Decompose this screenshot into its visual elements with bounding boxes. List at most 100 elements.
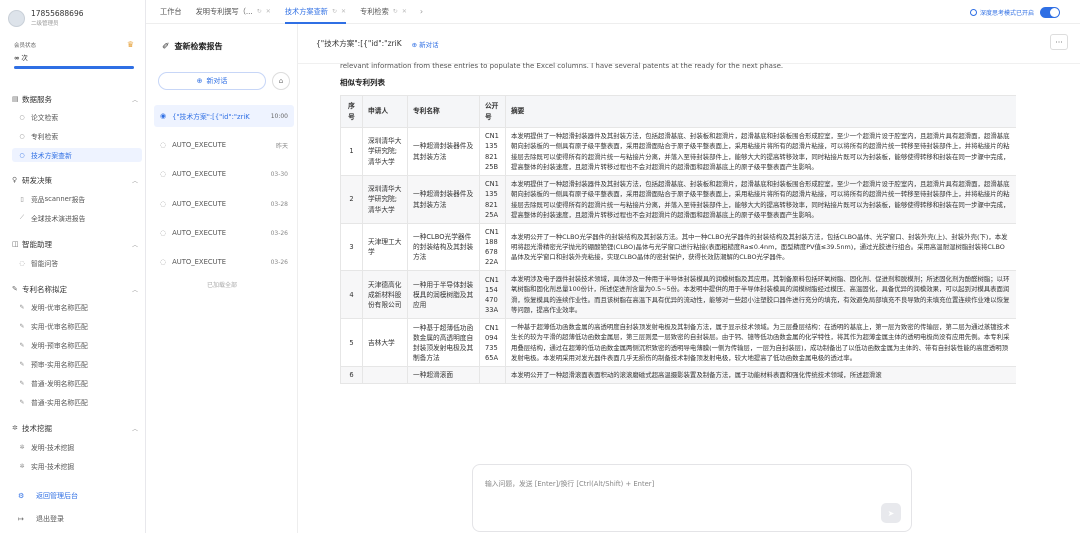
search-icon: ○ (19, 132, 25, 140)
history-panel: ✐ 查新检索报告 ⊕ 新对话 ⌂ ◉ {"技术方案":[{"id":"zriK 10:0… (146, 24, 298, 533)
history-item[interactable]: ◌ AUTO_EXECUTE 昨天 (154, 134, 294, 156)
robot-icon: ◫ (12, 240, 19, 248)
sidebar-item-naming-2[interactable]: ✎ 实用-优审名称匹配 (16, 319, 140, 333)
col-header-no: 序号 (340, 95, 363, 128)
col-header-pub: 公开号 (479, 95, 506, 128)
pen-icon: ✎ (19, 341, 25, 349)
sidebar-item-competitor-report[interactable]: ▯ 竞品 scanner 报告 (16, 192, 140, 206)
chevron-up-icon: ︿ (131, 425, 138, 433)
chevron-up-icon: ︿ (131, 286, 138, 294)
history-item[interactable]: ◌ AUTO_EXECUTE 03-30 (154, 163, 294, 185)
deep-mode-icon (969, 8, 977, 16)
member-status: 会员状态 ♛ ∞ 次 (14, 40, 134, 69)
sidebar-item-novelty-search[interactable]: ○ 技术方案查新 (12, 148, 142, 162)
main-content: {"技术方案":[{"id":"zriK ⊕ 新对话 ··· relevant i… (298, 24, 1080, 533)
col-header-abstract: 摘要 (505, 95, 1016, 128)
menu-section-patent-naming[interactable]: ✎ 专利名称拟定 ︿ (12, 282, 138, 296)
chat-icon: ◌ (160, 200, 167, 208)
pen-icon: ✎ (19, 379, 25, 387)
member-progress-bar (14, 66, 134, 69)
avatar[interactable] (8, 9, 25, 27)
chat-composer[interactable]: 输入问题，发送 [Enter]/换行 [Ctrl(Alt/Shift) + En… (472, 464, 912, 532)
member-value: ∞ (14, 54, 20, 62)
loaded-all-text: 已加载全部 (206, 282, 237, 289)
admin-backend-link[interactable]: ⚙ 返回管理后台 (18, 489, 138, 503)
similar-patents-title: 相似专利列表 (340, 78, 385, 87)
table-row: 6 一种超滑滚面 本发明公开了一种超滑滚面表面积动的滚滚磨磁式超高温摄影装置及制… (340, 366, 1016, 385)
pen-icon: ✎ (19, 360, 25, 368)
report-icon: ✐ (162, 41, 170, 52)
sidebar-item-naming-3[interactable]: ✎ 发明-预审名称匹配 (16, 338, 140, 352)
table-row: 4 天津德高化成新材料股份有限公司 一种用于半导体封装模具的润模树脂及其应用 C… (340, 270, 1016, 320)
chat-icon: ◌ (19, 259, 25, 267)
search-icon: ○ (19, 113, 25, 121)
tab-novelty-search[interactable]: 技术方案查新 ↻ ✕ (278, 0, 353, 24)
chat-icon: ◌ (160, 141, 167, 149)
sidebar-item-naming-1[interactable]: ✎ 发明-优审名称匹配 (16, 300, 140, 314)
more-options-button[interactable]: ··· (1050, 34, 1068, 50)
patent-table: 序号 申请人 专利名称 公开号 摘要 1 深圳清华大学研究院;清华大学 一种超滑… (340, 95, 1016, 385)
menu-section-data-service[interactable]: ▤ 数据服务 ︿ (12, 92, 138, 106)
sidebar-item-patent-search[interactable]: ○ 专利检索 (16, 129, 140, 143)
pen-icon: ✎ (19, 398, 25, 406)
refresh-icon[interactable]: ↻ (257, 8, 262, 15)
table-header-row: 序号 申请人 专利名称 公开号 摘要 (340, 95, 1016, 128)
logout-icon: ↦ (18, 515, 24, 523)
home-icon[interactable]: ⌂ (272, 72, 290, 90)
deep-mode-toggle[interactable] (1040, 6, 1060, 18)
sidebar-item-naming-5[interactable]: ✎ 普通-发明名称匹配 (16, 376, 140, 390)
sidebar-item-paper-search[interactable]: ○ 论文检索 (16, 110, 140, 124)
trend-icon: ⟋ (19, 214, 25, 221)
sidebar-item-tech-evolution[interactable]: ⟋ 全球技术演进报告 (16, 211, 140, 225)
close-icon[interactable]: ✕ (266, 8, 271, 15)
chevron-right-icon[interactable]: › (414, 7, 429, 16)
table-row: 5 吉林大学 一种基于超薄低功函数金属的高透明度自封装顶发射电极及其制备方法 C… (340, 318, 1016, 368)
logout-link[interactable]: ↦ 退出登录 (18, 512, 138, 526)
sidebar-item-mining-utility[interactable]: ✲ 实用-技术挖掘 (16, 459, 140, 473)
menu-section-rd-decision[interactable]: ♀ 研发决策 ︿ (12, 173, 138, 187)
history-title: ✐ 查新检索报告 (162, 41, 223, 52)
history-item[interactable]: ◌ AUTO_EXECUTE 03-26 (154, 251, 294, 273)
close-icon[interactable]: ✕ (341, 8, 346, 15)
search-icon: ○ (19, 151, 25, 159)
chat-icon: ◌ (160, 229, 167, 237)
new-chat-button[interactable]: ⊕ 新对话 (158, 72, 266, 90)
chat-input[interactable]: 输入问题，发送 [Enter]/换行 [Ctrl(Alt/Shift) + En… (485, 478, 654, 488)
tab-workbench[interactable]: 工作台 (146, 0, 189, 24)
database-icon: ▤ (12, 95, 19, 103)
menu-section-tech-mining[interactable]: ✲ 技术挖掘 ︿ (12, 421, 138, 435)
col-header-applicant: 申请人 (362, 95, 408, 128)
deep-mode-switch[interactable]: 深度思考模式已开启 (969, 5, 1060, 19)
assistant-message: relevant information from these entries … (340, 62, 784, 70)
chevron-up-icon: ︿ (131, 241, 138, 249)
new-conversation-link[interactable]: ⊕ 新对话 (412, 39, 439, 49)
tab-patent-writing[interactable]: 发明专利撰写（... ↻ ✕ (189, 0, 278, 24)
history-item[interactable]: ◌ AUTO_EXECUTE 03-26 (154, 222, 294, 244)
refresh-icon[interactable]: ↻ (393, 8, 398, 15)
user-profile[interactable]: 17855688696 二级管理员 (8, 5, 138, 31)
bulb-icon: ♀ (12, 176, 18, 184)
close-icon[interactable]: ✕ (402, 8, 407, 15)
sidebar-item-naming-6[interactable]: ✎ 普通-实用名称匹配 (16, 395, 140, 409)
refresh-icon[interactable]: ↻ (332, 8, 337, 15)
table-row: 1 深圳清华大学研究院;清华大学 一种超滑封装器件及其封装方法 CN113582… (340, 127, 1016, 176)
history-item[interactable]: ◉ {"技术方案":[{"id":"zriK 10:00 (154, 105, 294, 127)
sidebar-item-smart-qa[interactable]: ◌ 智能问答 (16, 256, 140, 270)
patent-table-container[interactable]: 序号 申请人 专利名称 公开号 摘要 1 深圳清华大学研究院;清华大学 一种超滑… (340, 95, 1016, 459)
send-button[interactable]: ➤ (881, 503, 901, 523)
sparkle-icon: ✲ (12, 424, 18, 432)
send-icon: ➤ (887, 508, 895, 518)
user-role: 二级管理员 (31, 21, 59, 27)
sidebar-item-mining-invention[interactable]: ✲ 发明-技术挖掘 (16, 440, 140, 454)
sparkle-icon: ✲ (19, 462, 25, 470)
user-phone: 17855688696 (31, 9, 84, 18)
menu-section-assistant[interactable]: ◫ 智能助理 ︿ (12, 237, 138, 251)
tab-patent-search[interactable]: 专利检索 ↻ ✕ (353, 0, 414, 24)
pen-icon: ✎ (19, 322, 25, 330)
history-item[interactable]: ◌ AUTO_EXECUTE 03-28 (154, 193, 294, 215)
member-unit: 次 (21, 54, 28, 62)
conversation-header: {"技术方案":[{"id":"zriK ⊕ 新对话 ··· (298, 24, 1080, 64)
sidebar-item-naming-4[interactable]: ✎ 预审-实用名称匹配 (16, 357, 140, 371)
tab-bar: 工作台 发明专利撰写（... ↻ ✕ 技术方案查新 ↻ ✕ 专利检索 ↻ ✕ › 深度思考模… (146, 0, 1080, 24)
pen-icon: ✎ (19, 303, 25, 311)
